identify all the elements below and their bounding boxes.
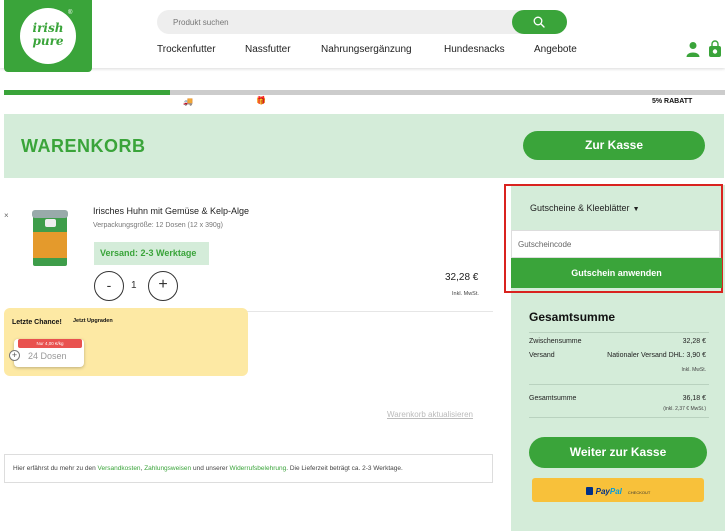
paypal-icon xyxy=(585,487,593,495)
nav-nassfutter[interactable]: Nassfutter xyxy=(245,44,291,55)
subtotal-label: Zwischensumme xyxy=(529,338,582,345)
remove-item-icon[interactable]: × xyxy=(4,211,9,220)
apply-coupon-button[interactable]: Gutschein anwenden xyxy=(511,258,722,288)
upgrade-offer: Letzte Chance! Jetzt Upgraden Nur 4,00 €… xyxy=(4,308,248,376)
search-bar xyxy=(157,10,567,34)
nav-nahrungsergaenzung[interactable]: Nahrungsergänzung xyxy=(321,44,412,55)
shipping-vat-note: Inkl. MwSt. xyxy=(681,367,706,373)
truck-icon: 🚚 xyxy=(183,97,193,106)
nav-trockenfutter[interactable]: Trockenfutter xyxy=(157,44,216,55)
search-button[interactable] xyxy=(512,10,567,34)
cart-icon[interactable] xyxy=(708,40,722,58)
upgrade-price-badge: Nur 4,00 €/kg xyxy=(18,339,82,348)
shipping-costs-link[interactable]: Versandkosten xyxy=(98,465,141,472)
search-input[interactable] xyxy=(157,10,507,34)
shipping-time-badge: Versand: 2-3 Werktage xyxy=(94,242,209,265)
info-text-prefix: Hier erfährst du mehr zu den xyxy=(13,465,98,472)
progress-fill xyxy=(4,90,170,95)
item-vat-note: Inkl. MwSt. xyxy=(452,291,479,297)
product-name[interactable]: Irisches Huhn mit Gemüse & Kelp-Alge xyxy=(93,206,249,216)
checkout-button-top[interactable]: Zur Kasse xyxy=(523,131,705,160)
nav-angebote[interactable]: Angebote xyxy=(534,44,577,55)
site-header: irish pure ® Trockenfutter Nassfutter Na… xyxy=(0,0,725,72)
quantity-decrease-button[interactable]: - xyxy=(94,271,124,301)
discount-milestone-label: 5% RABATT xyxy=(652,98,693,105)
item-price: 32,28 € xyxy=(445,272,479,283)
shipping-value: Nationaler Versand DHL: 3,90 € xyxy=(607,352,706,359)
brand-logo[interactable]: irish pure ® xyxy=(4,0,92,72)
upgrade-add-icon[interactable]: + xyxy=(9,350,20,361)
paypal-checkout-button[interactable]: PayPal CHECKOUT xyxy=(532,478,704,502)
totals-divider xyxy=(529,332,709,333)
quantity-increase-button[interactable]: + xyxy=(148,271,178,301)
logo-text-pure: pure xyxy=(32,34,64,48)
upgrade-title: Letzte Chance! xyxy=(12,319,62,326)
nav-hundesnacks[interactable]: Hundesnacks xyxy=(444,44,505,55)
shipping-label: Versand xyxy=(529,352,555,359)
totals-divider xyxy=(529,384,709,385)
coupon-toggle[interactable]: Gutscheine & Kleeblätter ▼ xyxy=(530,203,640,213)
upgrade-option[interactable]: Nur 4,00 €/kg + 24 Dosen xyxy=(9,339,84,367)
user-icon[interactable] xyxy=(686,41,700,57)
upgrade-option-label: 24 Dosen xyxy=(28,351,67,361)
totals-divider xyxy=(529,417,709,418)
upgrade-subtitle: Jetzt Upgraden xyxy=(73,318,113,324)
payment-methods-link[interactable]: Zahlungsweisen xyxy=(144,465,191,472)
info-text-mid: und unserer xyxy=(191,465,230,472)
logo-badge: irish pure xyxy=(20,8,76,64)
quantity-value[interactable]: 1 xyxy=(131,280,137,291)
free-shipping-progress xyxy=(4,90,725,95)
coupon-code-input[interactable] xyxy=(511,230,720,258)
gift-icon: 🎁 xyxy=(256,96,266,105)
total-value: 36,18 € xyxy=(682,395,706,402)
total-label: Gesamtsumme xyxy=(529,395,577,402)
page-title: WARENKORB xyxy=(21,136,146,156)
logo-registered-mark: ® xyxy=(68,10,73,16)
info-notice: Hier erfährst du mehr zu den Versandkost… xyxy=(4,454,493,483)
withdrawal-policy-link[interactable]: Widerrufsbelehrung xyxy=(229,465,286,472)
paypal-checkout-label: CHECKOUT xyxy=(627,490,651,495)
product-image[interactable] xyxy=(32,210,68,268)
paypal-label-pay: Pay xyxy=(595,487,610,496)
totals-title: Gesamtsumme xyxy=(529,310,616,324)
update-cart-link[interactable]: Warenkorb aktualisieren xyxy=(387,410,473,419)
cart-header: WARENKORB Zur Kasse xyxy=(4,114,724,178)
chevron-down-icon: ▼ xyxy=(632,206,640,213)
logo-text-irish: irish xyxy=(32,21,64,35)
search-icon xyxy=(533,16,545,28)
checkout-button-bottom[interactable]: Weiter zur Kasse xyxy=(529,437,707,468)
total-vat-note: (inkl. 2,37 € MwSt.) xyxy=(663,406,706,412)
product-packaging: Verpackungsgröße: 12 Dosen (12 x 390g) xyxy=(93,222,223,229)
coupon-toggle-label: Gutscheine & Kleeblätter xyxy=(530,203,630,213)
subtotal-value: 32,28 € xyxy=(682,338,706,345)
info-text-suffix: . Die Lieferzeit beträgt ca. 2-3 Werktag… xyxy=(286,465,403,472)
paypal-label-pal: Pal xyxy=(609,487,622,496)
